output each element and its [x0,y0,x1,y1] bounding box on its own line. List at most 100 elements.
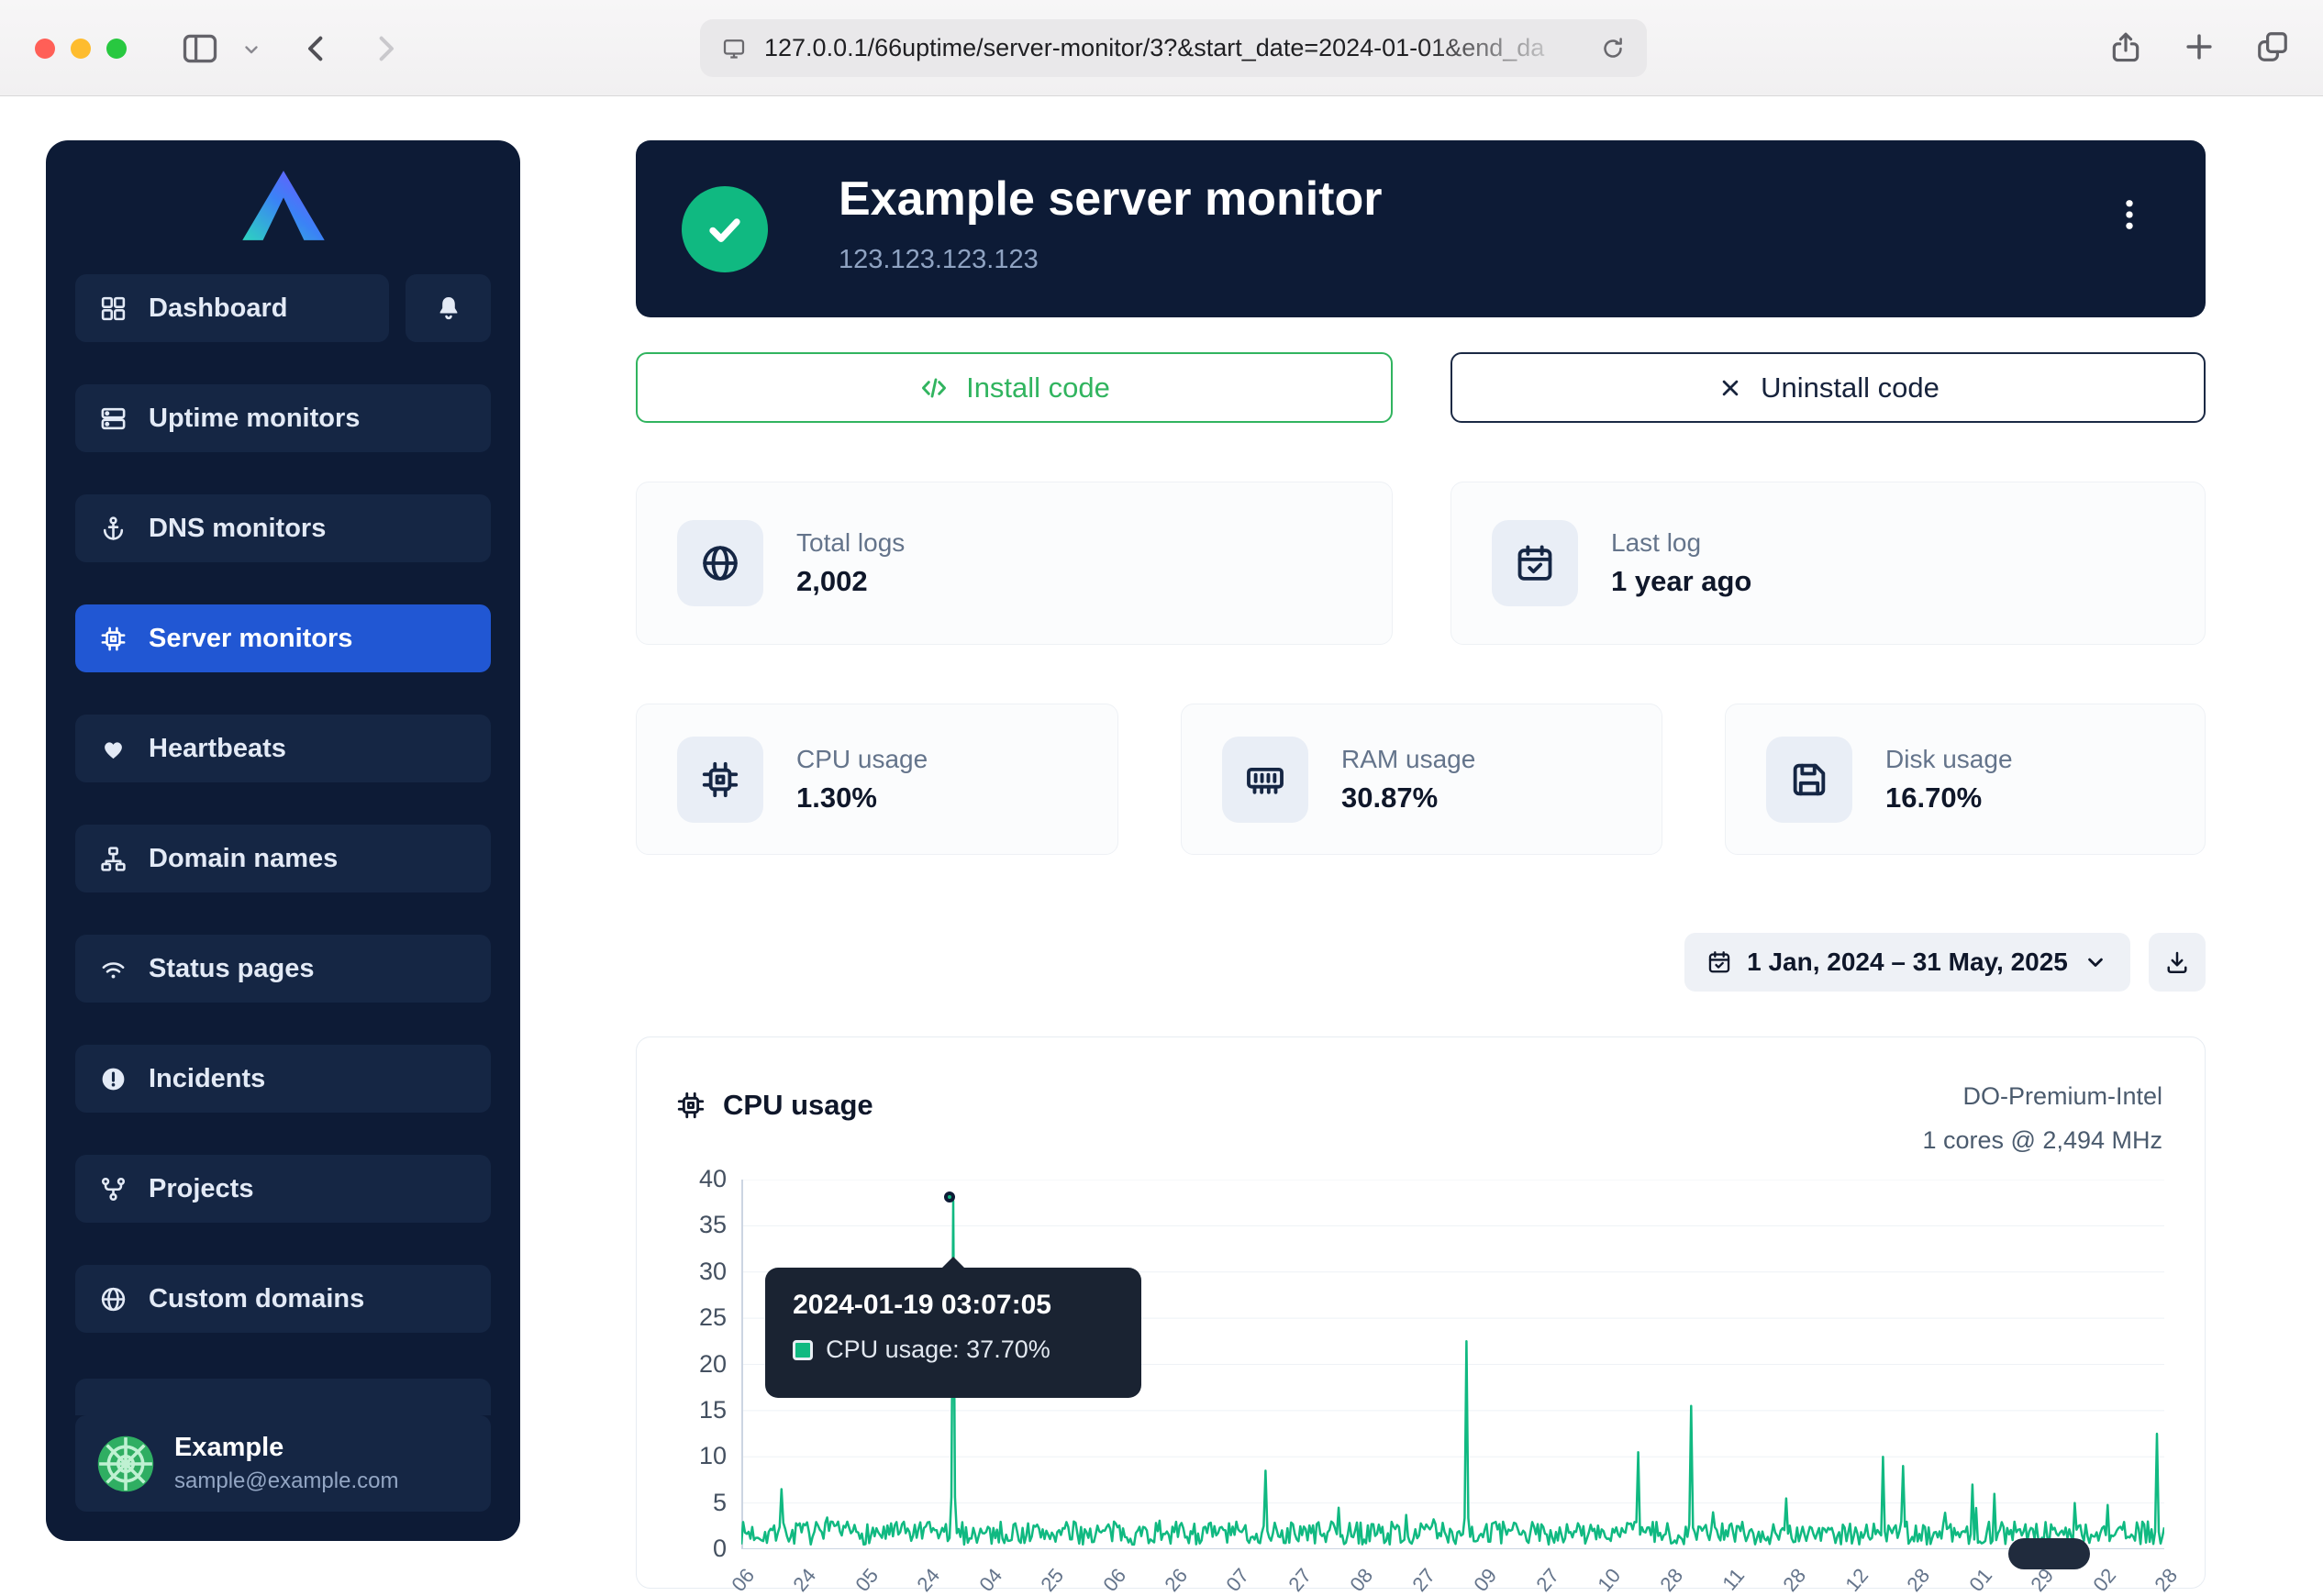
chip-icon [97,625,128,653]
sidebar-toggle-icon[interactable] [180,28,220,69]
sidebar-item-partial[interactable] [75,1379,491,1415]
share-icon[interactable] [2108,29,2143,64]
y-axis-tick-label: 15 [637,1396,727,1424]
reload-icon[interactable] [1599,35,1627,62]
profile-name: Example [174,1433,398,1463]
download-icon [2163,948,2191,976]
stat-card-disk-usage: Disk usage 16.70% [1725,704,2206,855]
y-axis-tick-label: 40 [637,1165,727,1193]
grid-icon [97,294,128,323]
series-swatch [793,1340,813,1360]
sidebar-item-custom-domains[interactable]: Custom domains [75,1265,491,1333]
wifi-icon [97,955,128,983]
globe-icon [677,520,763,606]
server-monitor-header: Example server monitor 123.123.123.123 [636,140,2206,317]
zoom-window-button[interactable] [106,39,127,59]
export-button[interactable] [2149,933,2206,992]
ram-icon [1222,737,1308,823]
alert-icon [97,1065,128,1093]
app-logo[interactable] [75,166,491,245]
x-axis-tick-label: 24 [913,1564,946,1596]
back-icon[interactable] [298,30,335,67]
sidebar-item-projects[interactable]: Projects [75,1155,491,1223]
x-axis-tick-label: 25 [1036,1564,1069,1596]
branch-icon [97,1175,128,1203]
header-menu-button[interactable] [2110,195,2149,243]
dots-vertical-icon [2110,195,2149,234]
sidebar: Dashboard Uptime monitors DNS monitors Ser… [46,140,520,1541]
x-axis-tick-label: 27 [1407,1564,1440,1596]
server-name: DO-Premium-Intel [1922,1074,2162,1118]
sidebar-item-label: Projects [149,1174,253,1204]
stat-label: CPU usage [796,745,928,774]
sidebar-item-label: Incidents [149,1064,265,1094]
chevron-down-icon [2083,949,2108,975]
y-axis-tick-label: 30 [637,1258,727,1286]
x-axis-tick-label: 28 [2150,1564,2183,1596]
url-text[interactable]: 127.0.0.1/66uptime/server-monitor/3?&sta… [764,34,1583,62]
rows-icon [97,405,128,433]
code-icon [918,372,950,404]
sidebar-item-uptime-monitors[interactable]: Uptime monitors [75,384,491,452]
stat-card-ram-usage: RAM usage 30.87% [1181,704,1662,855]
notifications-button[interactable] [406,274,491,342]
x-axis-tick-label: 08 [1346,1564,1379,1596]
uninstall-code-label: Uninstall code [1761,371,1940,405]
stat-value: 2,002 [796,565,905,598]
anchor-icon [97,515,128,543]
page-title: Example server monitor [839,172,1382,227]
x-axis-tick-label: 28 [1903,1564,1936,1596]
new-tab-icon[interactable] [2182,29,2217,64]
sidebar-item-label: Server monitors [149,624,352,654]
stat-card-last-log: Last log 1 year ago [1450,482,2206,645]
sidebar-item-server-monitors[interactable]: Server monitors [75,604,491,672]
date-range-picker[interactable]: 1 Jan, 2024 – 31 May, 2025 [1684,933,2130,992]
x-axis-tick-label: 10 [1593,1564,1626,1596]
sidebar-item-heartbeats[interactable]: Heartbeats [75,715,491,782]
x-axis-tick-label: 24 [789,1564,822,1596]
server-cores: 1 cores @ 2,494 MHz [1922,1118,2162,1162]
x-axis-tick-label: 27 [1284,1564,1317,1596]
stat-value: 30.87% [1341,781,1475,815]
calendar-icon [1706,949,1732,975]
check-icon [700,205,750,254]
sidebar-item-incidents[interactable]: Incidents [75,1045,491,1113]
y-axis-tick-label: 5 [637,1489,727,1517]
uninstall-code-button[interactable]: Uninstall code [1450,352,2206,423]
server-ip: 123.123.123.123 [839,245,1039,275]
sitemap-icon [97,845,128,873]
stat-value: 1.30% [796,781,928,815]
sidebar-item-domain-names[interactable]: Domain names [75,825,491,892]
profile-card[interactable]: Example sample@example.com [75,1415,491,1512]
chevron-down-icon[interactable] [240,39,262,61]
heart-icon [97,735,128,763]
chart-pan-handle[interactable] [2008,1538,2090,1569]
tooltip-timestamp: 2024-01-19 03:07:05 [793,1290,1114,1321]
x-axis-tick-label: 09 [1469,1564,1502,1596]
avatar [95,1434,156,1494]
sidebar-item-label: Status pages [149,954,315,984]
address-bar[interactable]: 127.0.0.1/66uptime/server-monitor/3?&sta… [700,19,1647,77]
sidebar-item-label: Dashboard [149,294,287,324]
disk-icon [1766,737,1852,823]
minimize-window-button[interactable] [71,39,91,59]
stat-label: Last log [1611,528,1751,558]
stat-card-cpu-usage: CPU usage 1.30% [636,704,1118,855]
cpu-icon [677,737,763,823]
sidebar-item-label: Domain names [149,844,338,874]
sidebar-item-dashboard[interactable]: Dashboard [75,274,389,342]
install-code-button[interactable]: Install code [636,352,1393,423]
status-ok-badge [682,186,768,272]
y-axis-tick-label: 20 [637,1350,727,1379]
cpu-icon [675,1090,706,1121]
sidebar-item-dns-monitors[interactable]: DNS monitors [75,494,491,562]
sidebar-item-status-pages[interactable]: Status pages [75,935,491,1003]
sidebar-item-label: Uptime monitors [149,404,360,434]
chart-title: CPU usage [723,1089,873,1122]
stat-label: RAM usage [1341,745,1475,774]
window-controls [35,39,127,59]
x-axis-tick-label: 06 [727,1564,760,1596]
tab-overview-icon[interactable] [2255,29,2290,64]
stat-card-total-logs: Total logs 2,002 [636,482,1393,645]
close-window-button[interactable] [35,39,55,59]
